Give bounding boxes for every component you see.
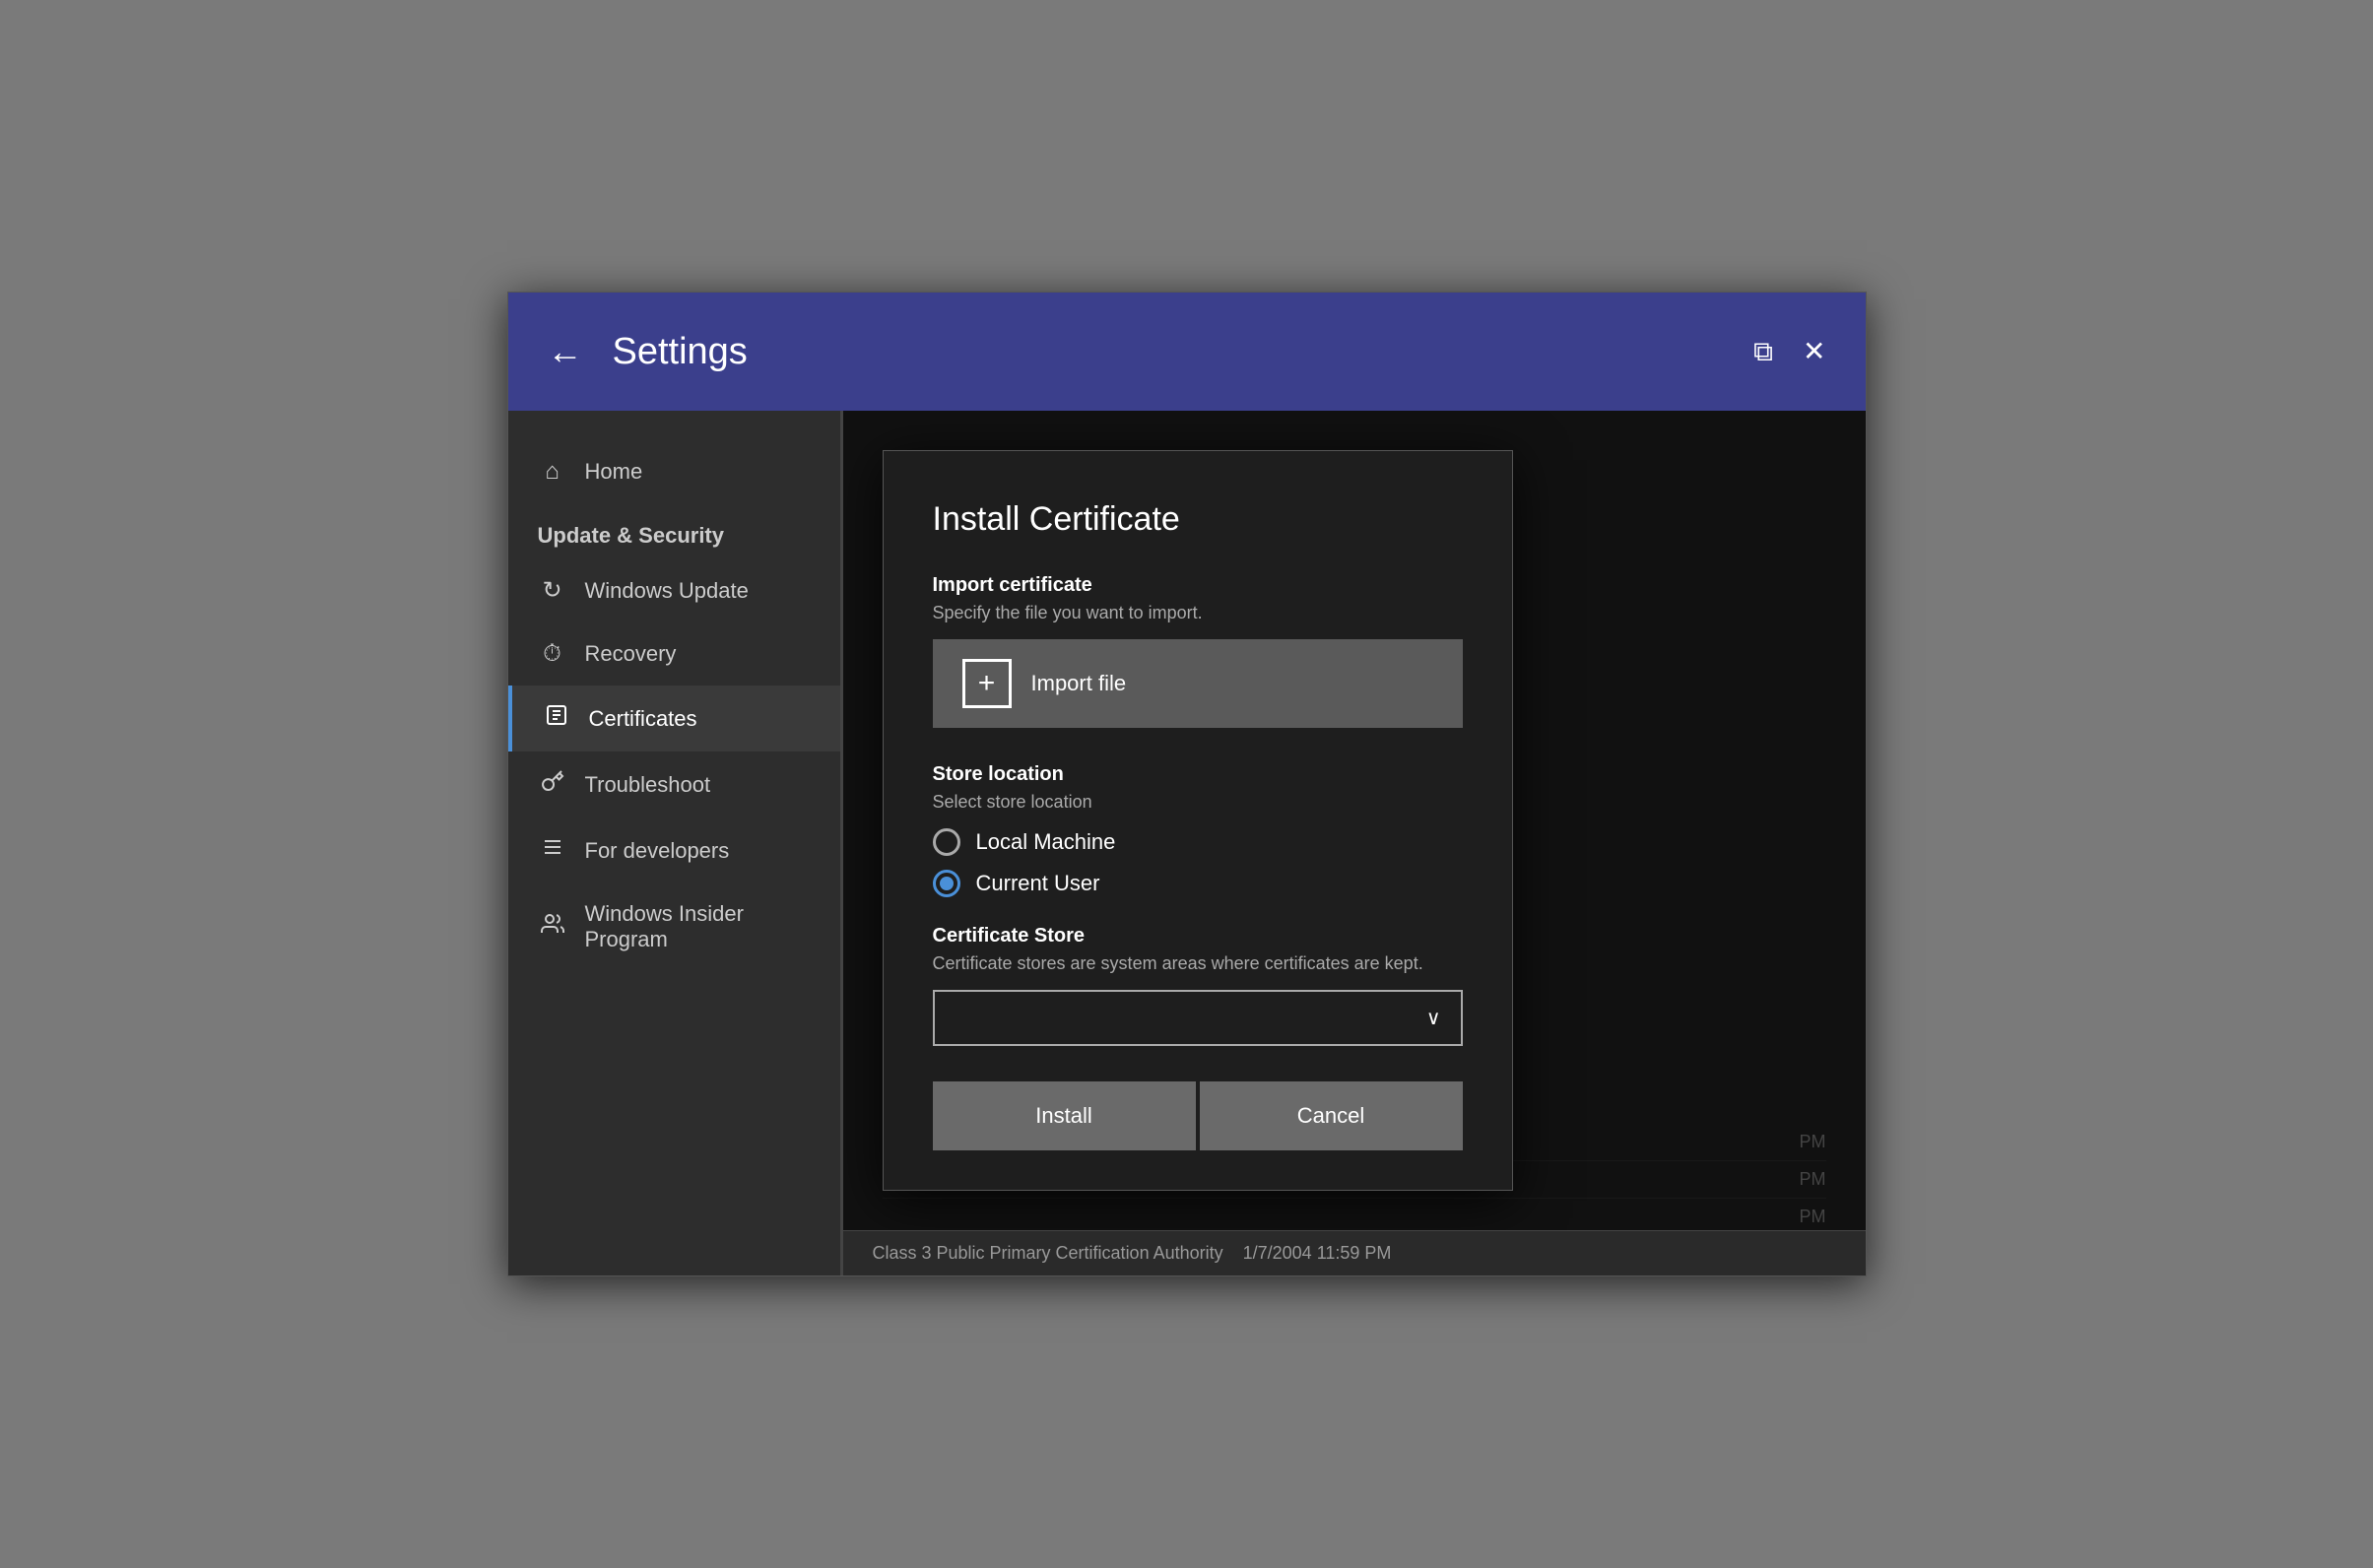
- troubleshoot-icon: [538, 769, 567, 800]
- dropdown-arrow-icon: ∨: [1426, 1006, 1441, 1030]
- bottom-cert-name: Class 3 Public Primary Certification Aut…: [873, 1243, 1223, 1264]
- sidebar-developers-label: For developers: [585, 838, 730, 864]
- cert-store-desc: Certificate stores are system areas wher…: [933, 953, 1463, 974]
- content-area: ⌂ Home Update & Security ↻ Windows Updat…: [508, 411, 1866, 1275]
- insider-icon: [538, 912, 567, 943]
- dialog-title: Install Certificate: [933, 500, 1463, 539]
- cancel-button[interactable]: Cancel: [1200, 1081, 1463, 1150]
- local-machine-label: Local Machine: [976, 829, 1116, 855]
- sidebar-item-windows-update[interactable]: ↻ Windows Update: [508, 558, 840, 622]
- recovery-icon: ⏱: [538, 640, 567, 668]
- import-section-desc: Specify the file you want to import.: [933, 603, 1463, 623]
- cert-store-section: Certificate Store Certificate stores are…: [933, 925, 1463, 1046]
- sidebar-windows-update-label: Windows Update: [585, 578, 749, 604]
- local-machine-option[interactable]: Local Machine: [933, 828, 1463, 856]
- home-icon: ⌂: [538, 458, 567, 486]
- install-certificate-dialog: Install Certificate Import certificate S…: [883, 450, 1513, 1191]
- store-location-section: Store location Select store location Loc…: [933, 763, 1463, 897]
- titlebar: ← Settings ⧉ ✕: [508, 293, 1866, 411]
- import-button-label: Import file: [1031, 671, 1127, 696]
- sidebar: ⌂ Home Update & Security ↻ Windows Updat…: [508, 411, 843, 1275]
- settings-window: ← Settings ⧉ ✕ ⌂ Home Update & Security …: [507, 292, 1867, 1276]
- sidebar-section-label: Update & Security: [508, 503, 840, 558]
- sidebar-troubleshoot-label: Troubleshoot: [585, 772, 711, 798]
- sidebar-item-certificates[interactable]: Certificates: [508, 686, 840, 751]
- current-user-option[interactable]: Current User: [933, 870, 1463, 897]
- sidebar-item-troubleshoot[interactable]: Troubleshoot: [508, 751, 840, 817]
- sidebar-item-home[interactable]: ⌂ Home: [508, 440, 840, 503]
- bottom-status-bar: Class 3 Public Primary Certification Aut…: [843, 1230, 1866, 1275]
- sidebar-item-for-developers[interactable]: For developers: [508, 817, 840, 883]
- sidebar-item-insider[interactable]: Windows Insider Program: [508, 883, 840, 970]
- sidebar-insider-label: Windows Insider Program: [585, 901, 744, 952]
- cert-store-label: Certificate Store: [933, 925, 1463, 947]
- close-button[interactable]: ✕: [1803, 338, 1825, 365]
- import-section-label: Import certificate: [933, 574, 1463, 597]
- sidebar-recovery-label: Recovery: [585, 641, 677, 667]
- sidebar-home-label: Home: [585, 459, 643, 485]
- import-plus-icon: +: [962, 659, 1012, 708]
- back-button[interactable]: ←: [548, 334, 583, 369]
- store-location-desc: Select store location: [933, 792, 1463, 813]
- store-location-label: Store location: [933, 763, 1463, 786]
- sidebar-certificates-label: Certificates: [589, 706, 697, 732]
- local-machine-radio[interactable]: [933, 828, 960, 856]
- windows-update-icon: ↻: [538, 576, 567, 605]
- current-user-radio[interactable]: [933, 870, 960, 897]
- window-controls: ⧉ ✕: [1753, 338, 1825, 365]
- install-button[interactable]: Install: [933, 1081, 1196, 1150]
- bottom-cert-date: 1/7/2004 11:59 PM: [1243, 1243, 1392, 1264]
- import-file-button[interactable]: + Import file: [933, 639, 1463, 728]
- dialog-overlay: Install Certificate Import certificate S…: [843, 411, 1866, 1275]
- current-user-label: Current User: [976, 871, 1100, 896]
- developers-icon: [538, 835, 567, 866]
- certificates-icon: [542, 703, 571, 734]
- sidebar-item-recovery[interactable]: ⏱ Recovery: [508, 622, 840, 686]
- main-area: PM PM PM Install Certificate: [843, 411, 1866, 1275]
- restore-button[interactable]: ⧉: [1753, 338, 1773, 365]
- dialog-buttons: Install Cancel: [933, 1081, 1463, 1150]
- cert-store-dropdown[interactable]: ∨: [933, 990, 1463, 1046]
- page-title: Settings: [613, 331, 1754, 373]
